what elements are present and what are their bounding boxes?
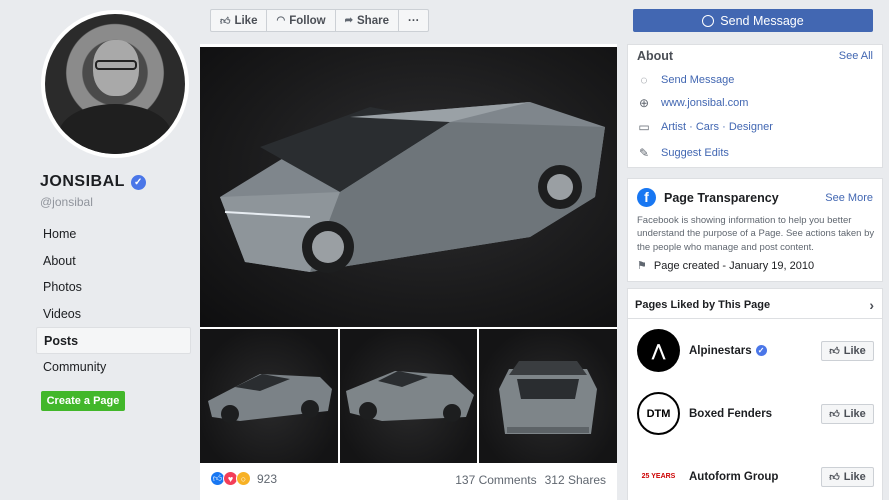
categories-text[interactable]: Artist · Cars · Designer xyxy=(661,121,773,133)
cybertruck-image xyxy=(220,102,605,273)
more-label: ··· xyxy=(407,14,420,27)
liked-page-name[interactable]: Autoform Group xyxy=(689,471,821,483)
boxed-fenders-logo-icon[interactable]: DTM xyxy=(637,392,680,435)
more-options-button[interactable]: ··· xyxy=(399,10,429,31)
pencil-icon: ✎ xyxy=(638,146,650,160)
send-message-button[interactable]: Send Message xyxy=(633,9,873,32)
like-button-label: Like xyxy=(843,344,866,357)
pages-liked-card: Pages Liked by This Page › ⋀ Alpinestars… xyxy=(627,288,883,500)
page-created-text: Page created - January 19, 2010 xyxy=(653,259,815,272)
nav-item-home[interactable]: Home xyxy=(36,221,191,248)
liked-page-name[interactable]: Boxed Fenders xyxy=(689,408,821,420)
page-handle: @jonsibal xyxy=(40,195,93,209)
like-label: Like xyxy=(234,14,258,27)
messenger-icon: ◌ xyxy=(640,73,648,87)
facebook-logo-icon: f xyxy=(637,188,656,207)
page-action-bar: 👍︎ Like ◠ Follow ➦ Share ··· xyxy=(210,9,430,32)
about-suggest-edits-row[interactable]: ✎ Suggest Edits xyxy=(637,146,729,160)
nav-item-posts[interactable]: Posts xyxy=(36,327,191,354)
about-card: About See All ◌ Send Message ⊕ www.jonsi… xyxy=(627,44,883,168)
thumbs-up-icon: 👍︎ xyxy=(220,15,231,27)
profile-avatar[interactable] xyxy=(41,10,189,158)
left-column: JONSIBAL ✓ @jonsibal Home About Photos V… xyxy=(0,0,200,500)
page-name-text: JONSIBAL xyxy=(40,173,125,190)
flag-icon: ⚑ xyxy=(637,260,647,272)
like-button-label: Like xyxy=(843,407,866,420)
thumbnail-photo-1[interactable] xyxy=(200,329,338,463)
divider xyxy=(628,318,882,319)
liked-page-row: ⋀ Alpinestars ✓ 👍︎ Like xyxy=(637,329,874,372)
nav-item-community[interactable]: Community xyxy=(36,354,191,381)
post-stats: 137 Comments 312 Shares xyxy=(455,473,606,487)
share-arrow-icon: ➦ xyxy=(344,15,354,26)
verified-badge-icon: ✓ xyxy=(130,174,146,190)
about-title: About xyxy=(637,49,674,63)
comments-count-link[interactable]: 137 Comments xyxy=(455,473,536,487)
follow-label: Follow xyxy=(289,14,326,27)
globe-icon: ⊕ xyxy=(638,96,650,110)
like-button-label: Like xyxy=(843,470,866,483)
reaction-summary[interactable]: 👍︎ ♥ ○ 923 xyxy=(210,471,277,486)
liked-page-name-text: Alpinestars xyxy=(689,344,752,357)
reaction-count: 923 xyxy=(257,471,278,486)
post-card: 👍︎ ♥ ○ 923 137 Comments 312 Shares xyxy=(200,44,618,500)
thumbs-up-icon: 👍︎ xyxy=(829,345,840,357)
post-thumbnails xyxy=(200,329,618,463)
messenger-icon xyxy=(702,14,715,27)
like-page-button[interactable]: 👍︎ Like xyxy=(821,466,874,487)
transparency-title: Page Transparency xyxy=(664,190,779,205)
verified-badge-icon: ✓ xyxy=(755,345,767,356)
nav-item-photos[interactable]: Photos xyxy=(36,274,191,301)
about-send-message-link[interactable]: Send Message xyxy=(661,74,734,86)
pages-liked-title: Pages Liked by This Page xyxy=(635,299,771,311)
transparency-header: f Page Transparency See More xyxy=(637,188,873,207)
wow-reaction-icon: ○ xyxy=(236,471,251,486)
page-transparency-card: f Page Transparency See More Facebook is… xyxy=(627,178,883,282)
like-page-button[interactable]: 👍︎ Like xyxy=(821,340,874,361)
share-label: Share xyxy=(357,14,389,27)
rss-icon: ◠ xyxy=(276,15,286,26)
transparency-description: Facebook is showing information to help … xyxy=(637,215,875,253)
page-name[interactable]: JONSIBAL ✓ xyxy=(40,173,146,191)
page-nav: Home About Photos Videos Posts Community xyxy=(36,221,191,380)
share-button[interactable]: ➦ Share xyxy=(336,10,399,31)
nav-item-about[interactable]: About xyxy=(36,248,191,275)
follow-button[interactable]: ◠ Follow xyxy=(267,10,336,31)
suggest-edits-link[interactable]: Suggest Edits xyxy=(661,147,729,159)
about-website-row[interactable]: ⊕ www.jonsibal.com xyxy=(637,96,748,110)
thumbnail-photo-2[interactable] xyxy=(339,329,478,463)
alpinestars-logo-icon[interactable]: ⋀ xyxy=(637,329,680,372)
about-categories-row: ▭ Artist · Cars · Designer xyxy=(637,120,773,134)
folder-icon: ▭ xyxy=(638,120,650,134)
like-page-button[interactable]: 👍︎ Like xyxy=(211,10,268,31)
liked-page-name-text: Boxed Fenders xyxy=(689,407,773,420)
like-page-button[interactable]: 👍︎ Like xyxy=(821,403,874,424)
liked-page-row: 25 YEARS Autoform Group 👍︎ Like xyxy=(637,455,874,498)
autoform-logo-icon[interactable]: 25 YEARS xyxy=(637,455,680,498)
about-send-message-row[interactable]: ◌ Send Message xyxy=(637,73,734,87)
send-message-label: Send Message xyxy=(720,13,804,28)
avatar-photo xyxy=(45,14,185,154)
see-all-link[interactable]: See All xyxy=(839,50,873,62)
thumbnail-photo-3[interactable] xyxy=(479,329,618,463)
pages-liked-header[interactable]: Pages Liked by This Page › xyxy=(635,297,874,313)
page-created-row: ⚑ Page created - January 19, 2010 xyxy=(637,259,815,273)
thumbs-up-icon: 👍︎ xyxy=(829,408,840,420)
nav-item-videos[interactable]: Videos xyxy=(36,301,191,328)
thumbs-up-icon: 👍︎ xyxy=(829,471,840,483)
liked-page-name[interactable]: Alpinestars ✓ xyxy=(689,345,821,357)
chevron-right-icon[interactable]: › xyxy=(869,297,874,313)
about-header: About See All xyxy=(637,49,873,63)
liked-page-row: DTM Boxed Fenders 👍︎ Like xyxy=(637,392,874,435)
website-link[interactable]: www.jonsibal.com xyxy=(661,97,748,109)
create-page-button[interactable]: Create a Page xyxy=(41,391,125,411)
liked-page-name-text: Autoform Group xyxy=(689,470,779,483)
see-more-link[interactable]: See More xyxy=(825,192,873,204)
shares-count-link[interactable]: 312 Shares xyxy=(545,473,606,487)
main-post-photo[interactable] xyxy=(200,47,617,327)
